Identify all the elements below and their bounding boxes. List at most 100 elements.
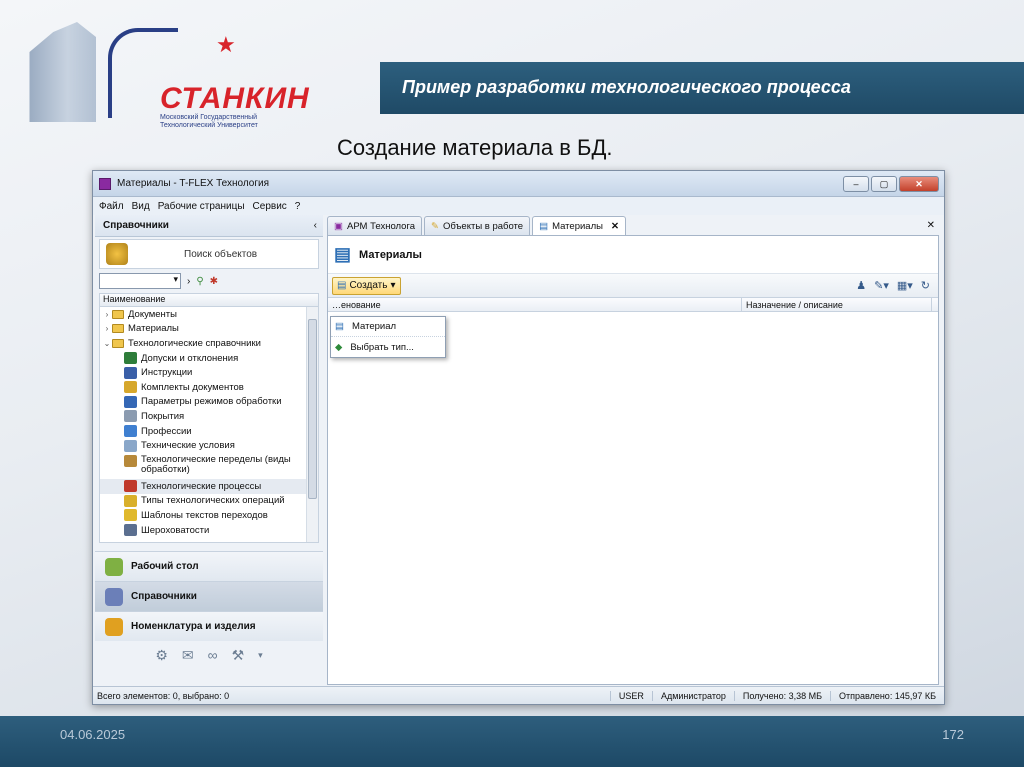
reference-icon [124,381,137,394]
tree-item[interactable]: Профессии [100,424,318,439]
tree-scroll-thumb[interactable] [308,319,317,499]
close-tabs-icon[interactable]: ✕ [927,220,935,231]
tree-item-label: Комплекты документов [141,381,244,393]
tree-item[interactable]: Допуски и отклонения [100,351,318,366]
folder-icon [112,324,124,334]
arrow-right-icon[interactable]: › [187,276,190,287]
search-objects-label: Поиск объектов [184,248,258,260]
refresh-icon[interactable]: ↻ [921,279,930,292]
menu-service[interactable]: Сервис [253,201,287,212]
app-icon [99,177,111,190]
binoculars-icon[interactable]: ∞ [208,647,218,663]
tab-objects-label: Объекты в работе [442,220,524,232]
create-button[interactable]: ▤ Создать ▾ [332,276,401,295]
tree-item-label: Технические условия [141,440,235,452]
slide-banner: Пример разработки технологического проце… [380,62,1024,114]
tree-item[interactable]: Технологические процессы [100,478,318,494]
slide-subtitle: Создание материала в БД. [337,135,613,160]
column-name[interactable]: …енование [328,298,742,311]
mail-icon[interactable]: ✉ [182,647,194,664]
star-icon: ★ [216,32,236,57]
nav-icon-strip: ⚙ ✉ ∞ ⚒ ▾ [95,641,323,669]
search-objects-icon [106,243,128,265]
tab-arm[interactable]: ▣ АРМ Технолога [327,216,422,235]
menu-file[interactable]: Файл [99,201,124,212]
tree-item-label: Технологические справочники [128,337,261,349]
menu-item-select-type-label: Выбрать тип... [350,341,414,353]
nav-references[interactable]: Справочники [95,581,323,611]
create-icon: ▤ [337,280,347,291]
edit-icon[interactable]: ✎▾ [874,279,889,292]
tree-folder[interactable]: › Материалы [100,322,318,337]
title-bar[interactable]: Материалы - T-FLEX Технология – ▢ ✕ [93,171,944,197]
tab-materials[interactable]: ▤ Материалы ✕ [532,216,626,235]
close-button[interactable]: ✕ [899,175,939,192]
app-window: Материалы - T-FLEX Технология – ▢ ✕ Файл… [92,170,945,705]
expand-icon[interactable]: › [102,324,112,333]
panel-header: Справочники ‹ [95,215,323,237]
user-icon[interactable]: ♟ [856,279,866,292]
expand-icon[interactable]: › [102,310,112,319]
status-sent: Отправлено: 145,97 КБ [830,690,944,701]
objects-icon: ✎ [431,220,439,232]
tab-objects[interactable]: ✎ Объекты в работе [424,216,531,235]
logo-subtitle: Московский Государственный Технологическ… [160,114,258,129]
menu-workpages[interactable]: Рабочие страницы [158,201,245,212]
clear-filter-icon[interactable]: ✱ [210,276,218,287]
tab-strip: ▣ АРМ Технолога ✎ Объекты в работе ▤ Мат… [327,215,939,235]
maximize-button[interactable]: ▢ [871,175,897,192]
tree-item[interactable]: Покрытия [100,409,318,424]
nomenclature-icon [105,617,123,636]
tree-item-label: Документы [128,308,177,320]
collapse-icon[interactable]: ‹ [314,220,317,231]
search-objects-button[interactable]: Поиск объектов [99,239,319,269]
find-icon[interactable]: ⚲ [196,276,203,287]
minimize-button[interactable]: – [843,175,869,192]
tree-item[interactable]: Параметры режимов обработки [100,395,318,410]
select-type-icon: ◆ [335,341,343,353]
menu-help[interactable]: ? [295,201,301,212]
wrench-icon[interactable]: ⚒ [232,647,245,664]
tab-materials-label: Материалы [552,220,603,232]
tree-column-header[interactable]: Наименование [100,294,318,307]
gear-icon[interactable]: ⚙ [155,647,168,664]
tree-folder[interactable]: ⌄ Технологические справочники [100,336,318,351]
materials-icon: ▤ [334,244,352,264]
building-image [29,22,96,122]
reference-icon [124,509,137,522]
menu-item-material[interactable]: ▤ Материал [331,317,445,337]
nav-desktop[interactable]: Рабочий стол [95,551,323,581]
menu-view[interactable]: Вид [132,201,150,212]
tree-view: Наименование › Документы › Материалы ⌄ Технол… [99,293,319,543]
tab-close-icon[interactable]: ✕ [611,221,619,232]
tree-item[interactable]: Комплекты документов [100,380,318,395]
view-icon[interactable]: ▦▾ [897,279,913,292]
tree-scrollbar[interactable] [306,307,318,542]
toolbar: ▤ Создать ▾ ♟ ✎▾ ▦▾ ↻ [328,274,938,298]
column-description[interactable]: Назначение / описание [742,298,932,311]
expand-icon[interactable]: ⌄ [102,339,112,348]
filter-combo[interactable] [99,273,181,289]
tree-item[interactable]: Технологические переделы (виды обработки… [100,453,318,479]
tree-item-label: Технологические переделы (виды обработки… [141,453,291,475]
nav-references-label: Справочники [131,591,197,602]
tree-item-label: Профессии [141,425,192,437]
more-icon[interactable]: ▾ [258,650,263,661]
status-user: USER [609,690,652,701]
tree-item[interactable]: Технические условия [100,438,318,453]
menu-bar: Файл Вид Рабочие страницы Сервис ? [93,197,944,215]
menu-item-select-type[interactable]: ◆ Выбрать тип... [331,337,445,357]
nav-nomenclature[interactable]: Номенклатура и изделия [95,611,323,641]
tree-folder[interactable]: › Документы [100,307,318,322]
tree-item[interactable]: Инструкции [100,365,318,380]
tree-item[interactable]: Шаблоны текстов переходов [100,508,318,523]
materials-page: ▤ Материалы ▤ Создать ▾ ♟ ✎▾ ▦▾ ↻ …енова… [327,235,939,685]
reference-icon [124,480,137,493]
status-role: Администратор [651,690,734,701]
nav-nomenclature-label: Номенклатура и изделия [131,621,256,632]
tree-item[interactable]: Типы технологических операций [100,494,318,509]
tree-item[interactable]: Шероховатости [100,523,318,538]
window-title: Материалы - T-FLEX Технология [117,178,270,189]
reference-icon [124,454,137,467]
tree-item-label: Параметры режимов обработки [141,396,282,408]
